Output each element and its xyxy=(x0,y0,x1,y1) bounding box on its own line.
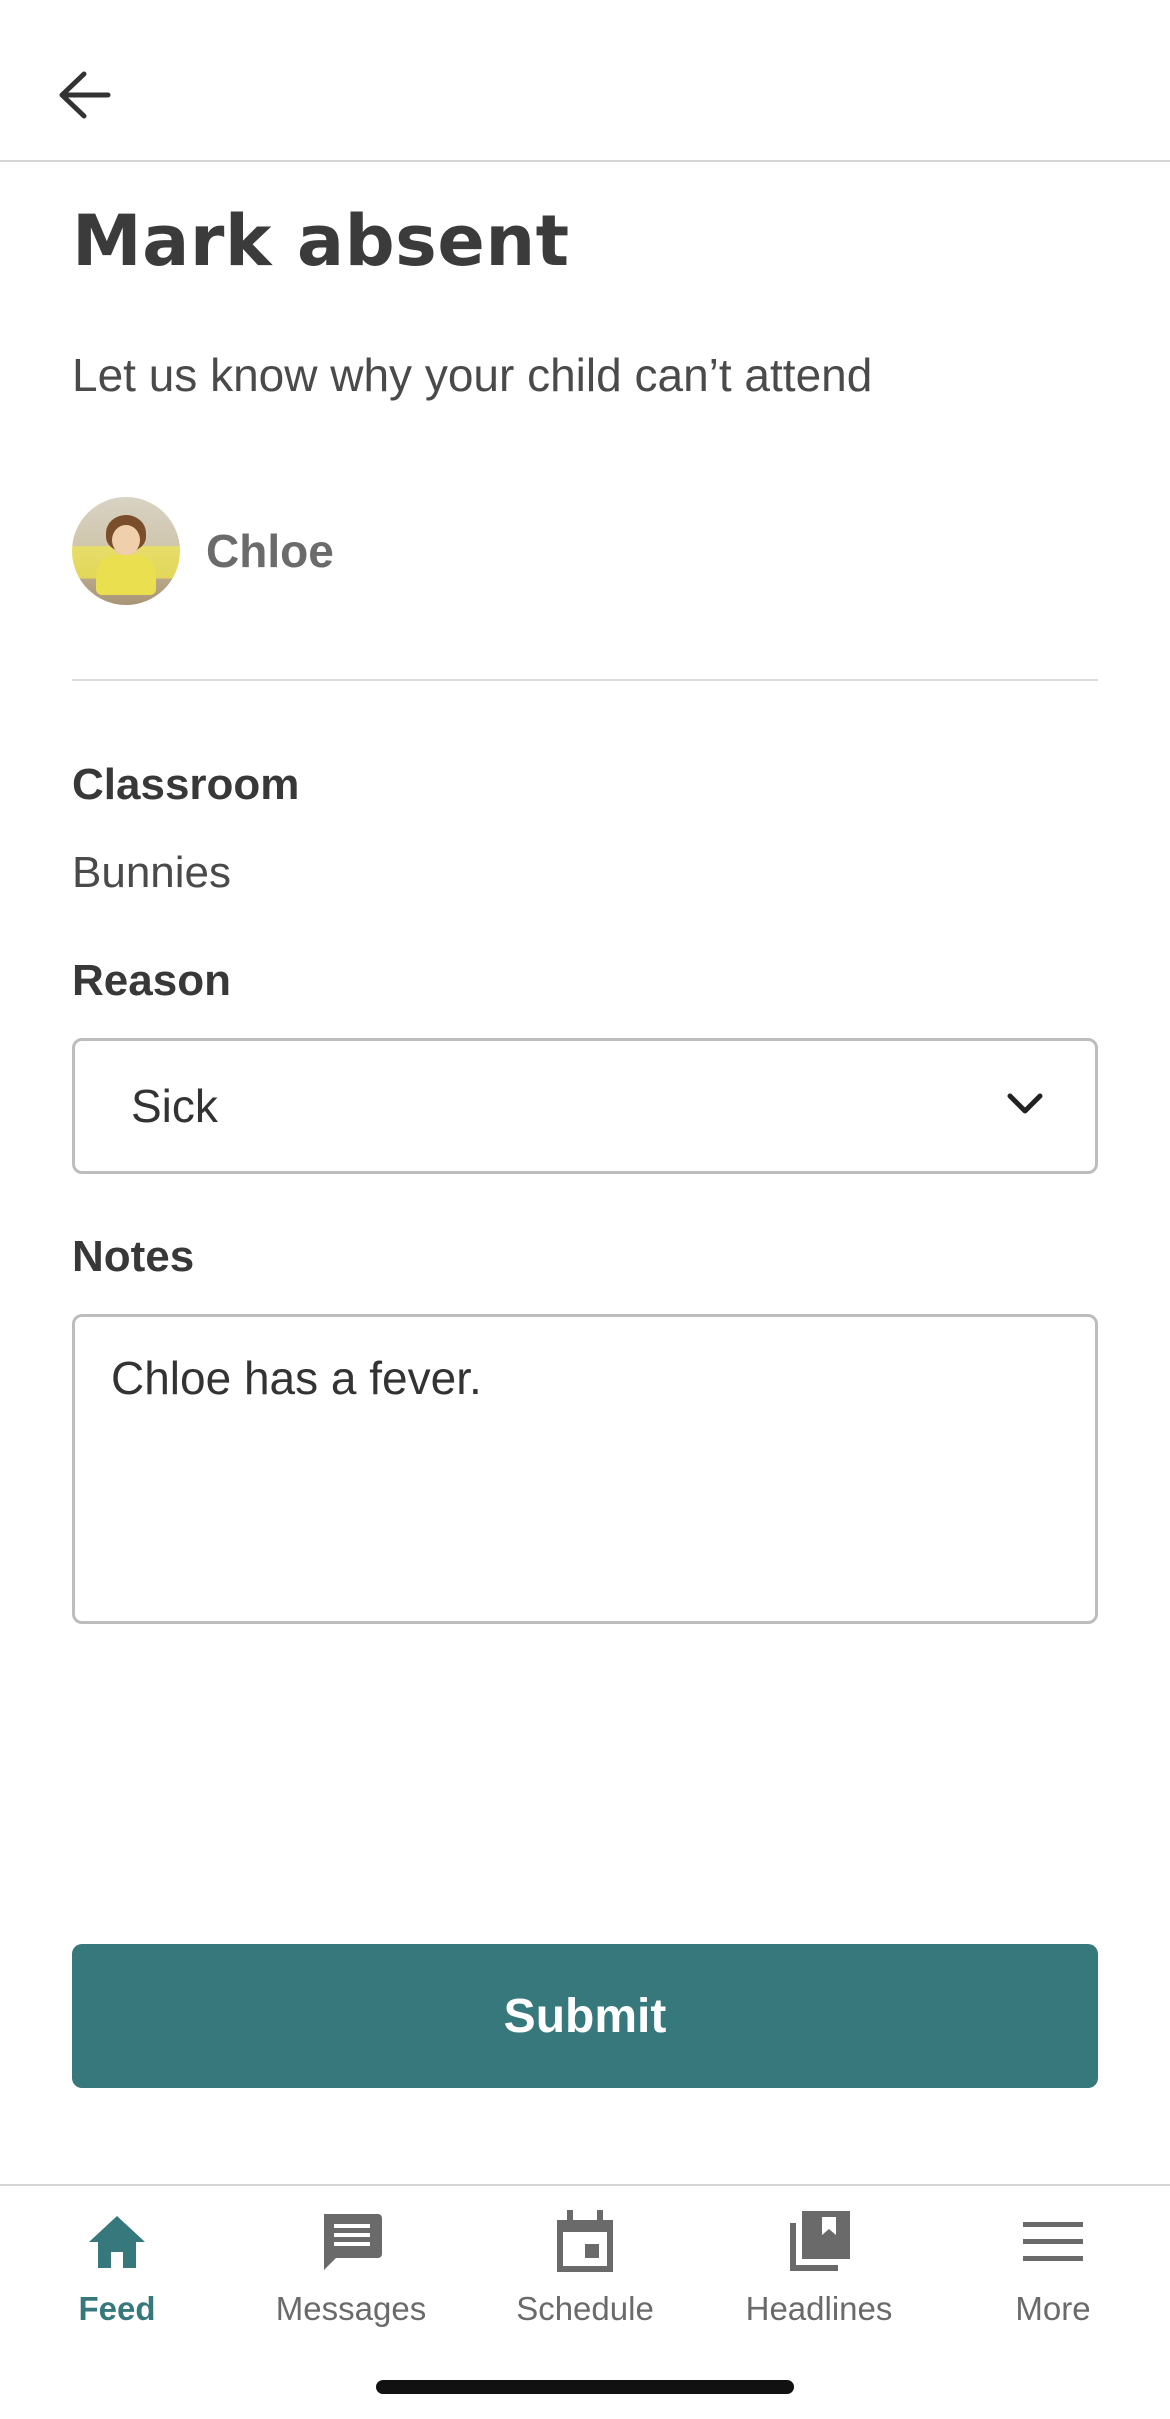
nav-label-more: More xyxy=(1015,2290,1091,2327)
notes-label: Notes xyxy=(72,1232,195,1281)
reason-label: Reason xyxy=(72,956,231,1005)
notes-textarea[interactable]: Chloe has a fever. xyxy=(72,1314,1098,1624)
nav-item-headlines[interactable]: Headlines xyxy=(702,2206,936,2346)
nav-label-schedule: Schedule xyxy=(516,2290,654,2327)
top-bar xyxy=(0,0,1170,162)
child-avatar xyxy=(72,497,180,605)
nav-label-feed: Feed xyxy=(78,2290,156,2327)
nav-label-headlines: Headlines xyxy=(745,2290,893,2327)
home-indicator xyxy=(376,2380,794,2394)
classroom-value: Bunnies xyxy=(72,848,232,897)
arrow-left-icon xyxy=(59,71,111,119)
calendar-icon xyxy=(549,2206,621,2278)
menu-icon xyxy=(1017,2206,1089,2278)
chevron-down-icon xyxy=(1007,1093,1043,1114)
back-button[interactable] xyxy=(40,55,128,135)
nav-item-feed[interactable]: Feed xyxy=(0,2206,234,2346)
nav-item-messages[interactable]: Messages xyxy=(234,2206,468,2346)
nav-item-more[interactable]: More xyxy=(936,2206,1170,2346)
headlines-icon xyxy=(783,2206,855,2278)
home-icon xyxy=(81,2206,153,2278)
nav-label-messages: Messages xyxy=(275,2290,427,2327)
page-title: Mark absent xyxy=(72,200,570,282)
divider xyxy=(72,679,1098,681)
page-subtitle: Let us know why your child can’t attend xyxy=(72,349,873,401)
message-icon xyxy=(315,2206,387,2278)
child-name: Chloe xyxy=(206,525,334,577)
classroom-label: Classroom xyxy=(72,760,300,809)
nav-item-schedule[interactable]: Schedule xyxy=(468,2206,702,2346)
child-row: Chloe xyxy=(72,496,334,606)
submit-button[interactable]: Submit xyxy=(72,1944,1098,2088)
reason-select[interactable]: Sick xyxy=(72,1038,1098,1174)
reason-selected-value: Sick xyxy=(131,1080,218,1132)
mark-absent-screen: Mark absent Let us know why your child c… xyxy=(0,0,1170,2419)
